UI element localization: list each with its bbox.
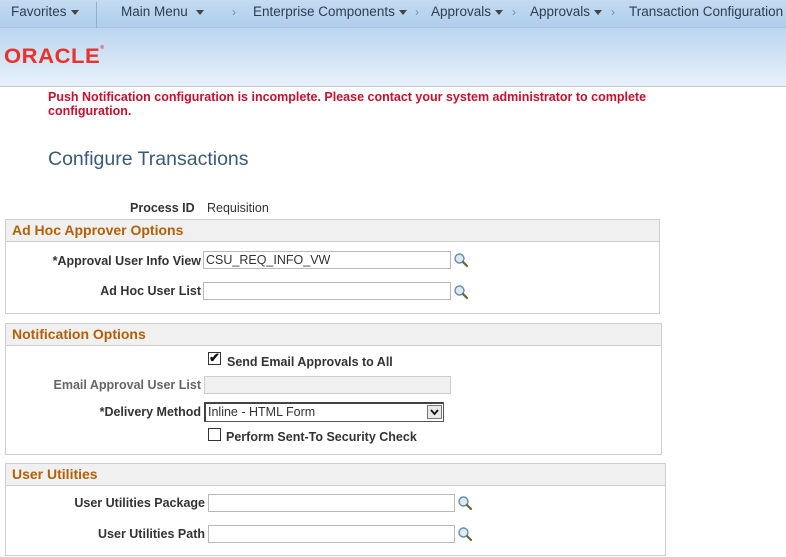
checkmark-icon: ✔ [209,350,220,365]
alert-message: Push Notification configuration is incom… [48,90,647,118]
delivery-method-select[interactable]: Inline - HTML Form [204,402,444,422]
oracle-logo: ORACLE® [4,45,105,69]
breadcrumb-separator-icon: › [611,5,615,19]
send-email-approvals-checkbox[interactable]: ✔ [208,350,221,365]
delivery-method-label: *Delivery Method [99,405,201,419]
user-utilities-path-input[interactable] [208,525,455,543]
section-title: Notification Options [6,324,661,346]
chevron-down-icon [70,9,79,15]
breadcrumb-label: Transaction Configuration [629,4,784,19]
breadcrumb-enterprise-components[interactable]: Enterprise Components [253,4,407,19]
magnifier-icon[interactable] [453,284,469,300]
breadcrumb-transaction-configuration: Transaction Configuration [629,4,783,19]
chevron-down-icon [195,9,204,15]
main-menu[interactable]: Main Menu [121,4,204,19]
main-menu-label: Main Menu [121,4,188,19]
magnifier-icon[interactable] [457,526,473,542]
breadcrumb-label: Approvals [530,4,591,19]
dropdown-button[interactable] [427,405,442,419]
nav-divider [96,2,97,29]
breadcrumb-separator-icon: › [512,5,516,19]
chevron-down-icon [398,9,407,15]
ad-hoc-user-list-label: Ad Hoc User List [100,284,201,298]
breadcrumb-approvals-2[interactable]: Approvals [530,4,603,19]
email-approval-user-list-label: Email Approval User List [53,378,202,392]
process-id-label: Process ID [130,201,195,215]
breadcrumb-separator-icon: › [415,5,419,19]
breadcrumb-label: Approvals [431,4,492,19]
delivery-method-value: Inline - HTML Form [208,405,316,419]
section-title: User Utilities [6,464,665,486]
breadcrumb-separator-icon: › [232,5,236,19]
user-utilities-path-label: User Utilities Path [98,527,205,541]
chevron-down-icon [430,409,439,416]
process-id-value: Requisition [207,201,269,215]
email-approval-user-list-input [204,376,451,394]
favorites-label: Favorites [11,4,67,19]
magnifier-icon[interactable] [457,495,473,511]
breadcrumb-approvals-1[interactable]: Approvals [431,4,504,19]
section-title: Ad Hoc Approver Options [6,220,659,242]
header-band: ORACLE® [0,28,786,87]
magnifier-icon[interactable] [453,252,469,268]
logo-text: ORACLE [4,45,101,68]
favorites-menu[interactable]: Favorites [11,4,79,19]
send-email-approvals-label: Send Email Approvals to All [227,355,393,369]
approval-user-info-view-label: *Approval User Info View [52,254,201,268]
approval-user-info-view-input[interactable] [203,251,451,269]
ad-hoc-user-list-input[interactable] [203,282,451,300]
logo-mark: ® [100,45,105,51]
page-title: Configure Transactions [48,148,249,170]
security-check-label: Perform Sent-To Security Check [226,430,417,444]
user-utilities-package-label: User Utilities Package [74,496,205,510]
security-check-checkbox[interactable] [208,428,221,441]
chevron-down-icon [594,9,603,15]
breadcrumb-label: Enterprise Components [253,4,395,19]
chevron-down-icon [495,9,504,15]
user-utilities-package-input[interactable] [208,494,455,512]
nav-bar: Favorites Main Menu › Enterprise Compone… [0,0,786,29]
